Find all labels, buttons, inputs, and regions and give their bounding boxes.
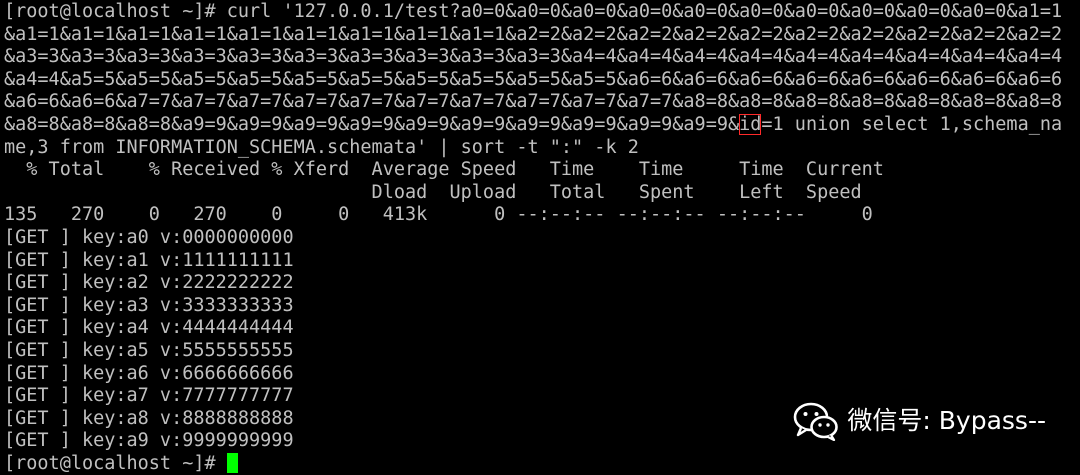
- terminal-line: &a8=8&a8=8&a8=8&a9=9&a9=9&a9=9&a9=9&a9=9…: [0, 113, 1080, 137]
- watermark: 微信号: Bypass--: [793, 401, 1046, 441]
- line-text: [GET ] key:a7 v:7777777777: [4, 385, 294, 407]
- line-text: [GET ] key:a4 v:4444444444: [4, 317, 294, 339]
- terminal-line: [root@localhost ~]# curl '127.0.0.1/test…: [0, 1, 1080, 24]
- line-text: &a3=3&a3=3&a3=3&a3=3&a3=3&a3=3&a3=3&a3=3…: [4, 46, 1063, 68]
- highlighted-param: id: [739, 113, 762, 135]
- terminal-output: [root@localhost ~]# curl '127.0.0.1/test…: [0, 1, 1080, 453]
- line-text: [GET ] key:a3 v:3333333333: [4, 294, 294, 316]
- line-text: [GET ] key:a0 v:0000000000: [4, 226, 294, 248]
- line-text: [GET ] key:a2 v:2222222222: [4, 272, 294, 294]
- line-text: 135 270 0 270 0 0 413k 0 --:--:-- --:--:…: [4, 204, 873, 226]
- terminal-line: [GET ] key:a3 v:3333333333: [0, 295, 1080, 318]
- terminal-line: &a6=6&a6=6&a7=7&a7=7&a7=7&a7=7&a7=7&a7=7…: [0, 91, 1080, 114]
- line-text: &a6=6&a6=6&a7=7&a7=7&a7=7&a7=7&a7=7&a7=7…: [4, 91, 1063, 113]
- terminal-line: 135 270 0 270 0 0 413k 0 --:--:-- --:--:…: [0, 204, 1080, 227]
- terminal-line: [GET ] key:a0 v:0000000000: [0, 227, 1080, 250]
- line-text: &a8=8&a8=8&a8=8&a9=9&a9=9&a9=9&a9=9&a9=9…: [4, 113, 740, 135]
- line-text: [GET ] key:a6 v:6666666666: [4, 362, 294, 384]
- line-text-rest: =1 union select 1,schema_na: [761, 113, 1063, 135]
- terminal-line: [GET ] key:a2 v:2222222222: [0, 272, 1080, 295]
- prompt-text: [root@localhost ~]#: [4, 452, 227, 474]
- line-text: [GET ] key:a9 v:9999999999: [4, 430, 294, 452]
- terminal-line: Dload Upload Total Spent Left Speed: [0, 182, 1080, 205]
- terminal-line: [GET ] key:a6 v:6666666666: [0, 363, 1080, 386]
- line-text: &a4=4&a5=5&a5=5&a5=5&a5=5&a5=5&a5=5&a5=5…: [4, 68, 1063, 90]
- terminal-line: % Total % Received % Xferd Average Speed…: [0, 159, 1080, 182]
- prompt-line[interactable]: [root@localhost ~]#: [0, 452, 1080, 475]
- terminal-window[interactable]: [root@localhost ~]# curl '127.0.0.1/test…: [0, 0, 1080, 475]
- watermark-text: 微信号: Bypass--: [847, 405, 1046, 435]
- terminal-line: me,3 from INFORMATION_SCHEMA.schemata' |…: [0, 137, 1080, 160]
- terminal-line: &a3=3&a3=3&a3=3&a3=3&a3=3&a3=3&a3=3&a3=3…: [0, 46, 1080, 69]
- terminal-line: [GET ] key:a4 v:4444444444: [0, 317, 1080, 340]
- terminal-line: [GET ] key:a1 v:1111111111: [0, 250, 1080, 273]
- line-text: [GET ] key:a8 v:8888888888: [4, 407, 294, 429]
- line-text: [GET ] key:a5 v:5555555555: [4, 339, 294, 361]
- text-cursor: [226, 452, 238, 473]
- wechat-icon: [794, 402, 839, 441]
- line-text: Dload Upload Total Spent Left Speed: [4, 181, 862, 203]
- terminal-line: [GET ] key:a5 v:5555555555: [0, 340, 1080, 363]
- line-text: % Total % Received % Xferd Average Speed…: [4, 159, 884, 181]
- line-text: &a1=1&a1=1&a1=1&a1=1&a1=1&a1=1&a1=1&a1=1…: [4, 23, 1063, 45]
- line-text: me,3 from INFORMATION_SCHEMA.schemata' |…: [4, 136, 639, 158]
- terminal-line: &a4=4&a5=5&a5=5&a5=5&a5=5&a5=5&a5=5&a5=5…: [0, 69, 1080, 92]
- line-text: [GET ] key:a1 v:1111111111: [4, 249, 294, 271]
- terminal-line: &a1=1&a1=1&a1=1&a1=1&a1=1&a1=1&a1=1&a1=1…: [0, 24, 1080, 47]
- line-text: [root@localhost ~]# curl '127.0.0.1/test…: [4, 1, 1063, 22]
